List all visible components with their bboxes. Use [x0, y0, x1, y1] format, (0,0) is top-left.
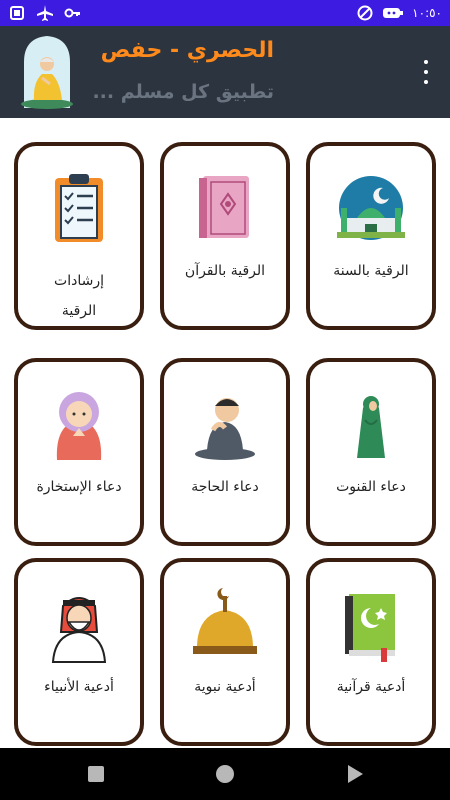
- data-saver-icon: [357, 5, 373, 21]
- overflow-menu-icon[interactable]: [416, 60, 436, 84]
- praying-girl-icon: [56, 392, 102, 460]
- prophet-man-icon: [51, 597, 107, 663]
- card-label: أدعية الأنبياء: [44, 679, 114, 695]
- card-dua-istikhara[interactable]: دعاء الإستخارة: [14, 358, 144, 546]
- status-bar: ١٠:٥٠: [0, 0, 450, 26]
- card-ruqyah-guidance[interactable]: إرشادات الرقية: [14, 142, 144, 330]
- app-header: الحصري - حفص تطبيق كل مسلم ...: [0, 26, 450, 118]
- quran-book-icon: [199, 176, 249, 238]
- card-quranic-duas[interactable]: أدعية قرآنية: [306, 558, 436, 746]
- praying-woman-icon: [357, 396, 385, 458]
- status-time: ١٠:٥٠: [412, 6, 442, 20]
- card-label: دعاء القنوت: [336, 479, 406, 495]
- airplane-icon: [37, 5, 53, 21]
- mosque-icon: [337, 176, 405, 240]
- home-icon[interactable]: [213, 762, 237, 786]
- system-nav-bar: [0, 748, 450, 800]
- card-label: دعاء الحاجة: [191, 479, 259, 495]
- card-ruqyah-quran[interactable]: الرقية بالقرآن: [160, 142, 290, 330]
- key-icon: [64, 8, 80, 18]
- green-quran-icon: [345, 594, 395, 662]
- categories-grid: الرقية بالسنة الرقية بالقرآن إرشادات الر…: [0, 118, 450, 748]
- notification-icon: [10, 6, 24, 20]
- card-prophets-duas[interactable]: أدعية الأنبياء: [14, 558, 144, 746]
- app-logo-praying-man-icon: [21, 36, 73, 109]
- card-label: أدعية نبوية: [194, 679, 256, 695]
- card-ruqyah-sunnah[interactable]: الرقية بالسنة: [306, 142, 436, 330]
- recent-apps-icon[interactable]: [84, 762, 108, 786]
- dome-crescent-icon: [193, 588, 257, 654]
- clipboard-checklist-icon: [55, 174, 103, 242]
- back-icon[interactable]: [343, 762, 367, 786]
- card-prophetic-duas[interactable]: أدعية نبوية: [160, 558, 290, 746]
- card-dua-qunut[interactable]: دعاء القنوت: [306, 358, 436, 546]
- app-subtitle: تطبيق كل مسلم ...: [92, 81, 274, 103]
- card-label: دعاء الإستخارة: [36, 479, 122, 495]
- card-label: أدعية قرآنية: [336, 679, 406, 695]
- card-label: الرقية بالسنة: [333, 263, 409, 279]
- praying-boy-icon: [195, 398, 255, 460]
- app-title: الحصري - حفص: [100, 38, 274, 63]
- card-label: إرشادات الرقية: [54, 273, 104, 319]
- card-dua-hajah[interactable]: دعاء الحاجة: [160, 358, 290, 546]
- card-label: الرقية بالقرآن: [184, 263, 266, 279]
- battery-icon: [383, 8, 404, 18]
